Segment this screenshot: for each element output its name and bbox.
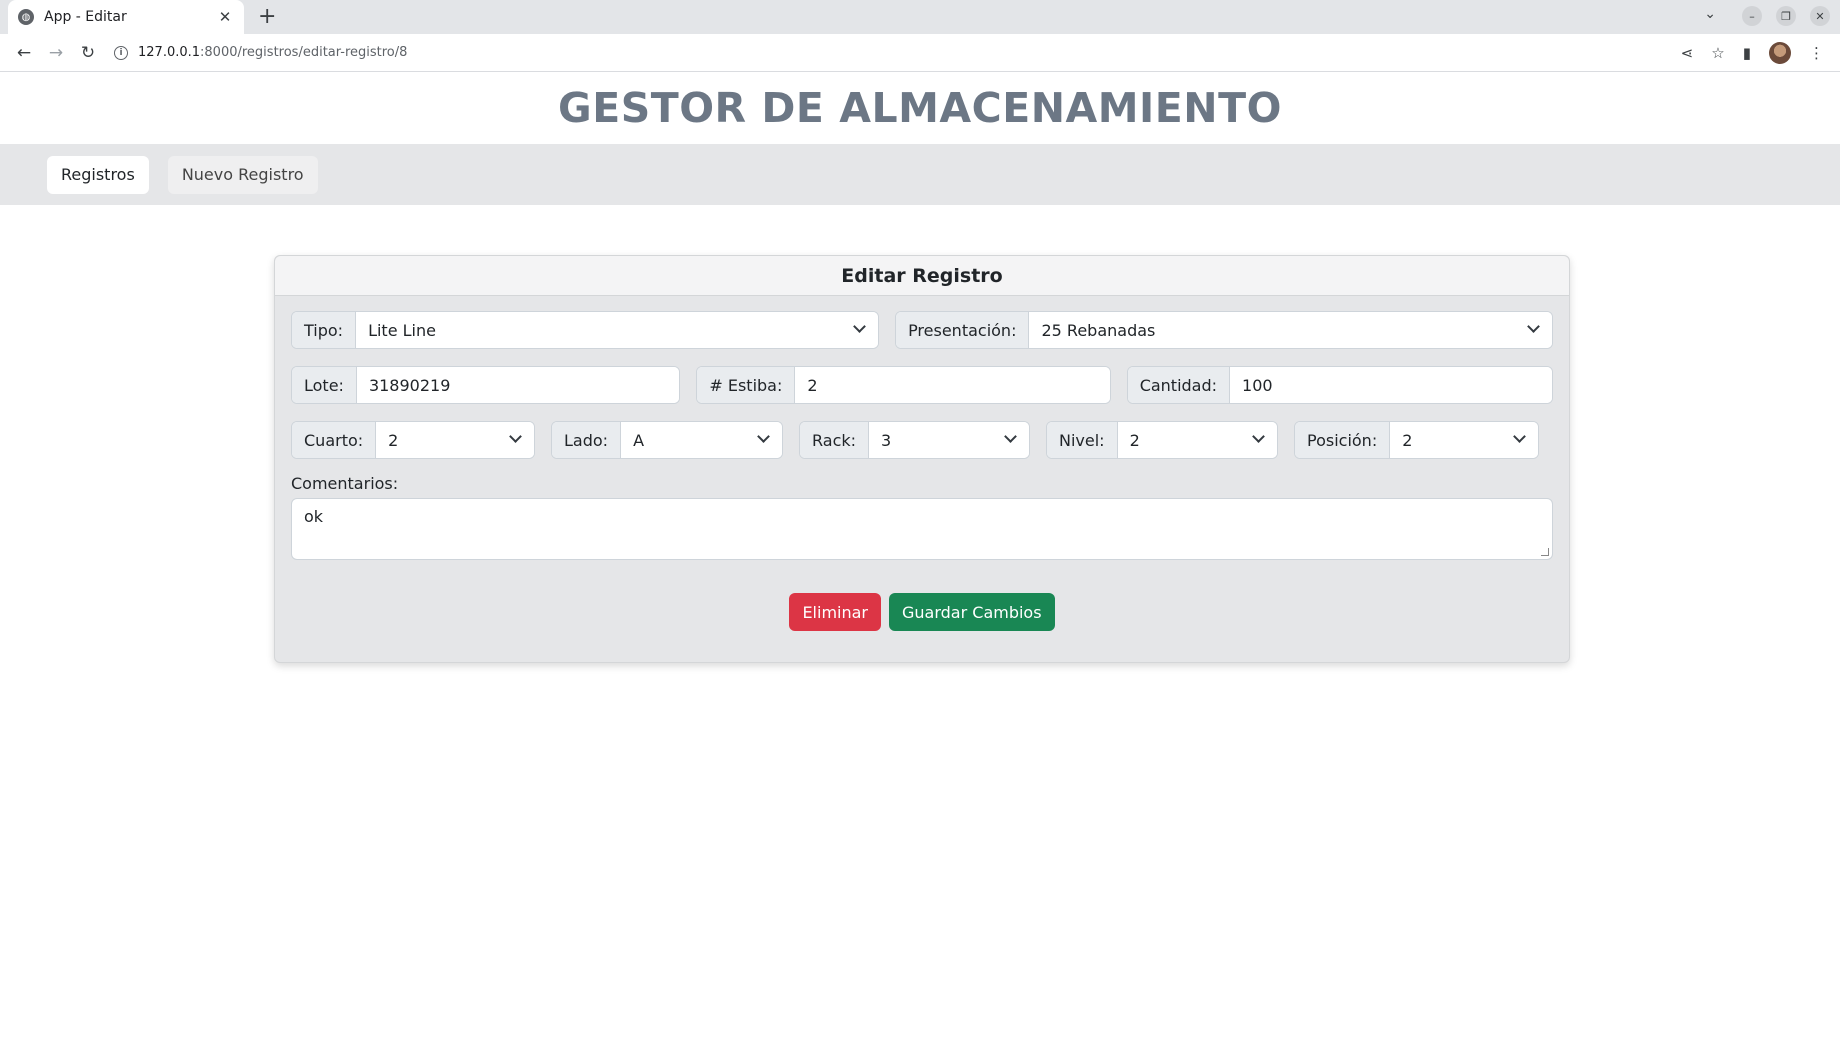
cantidad-group: Cantidad: 100 [1126, 366, 1553, 404]
comentarios-textarea[interactable]: ok [291, 498, 1553, 560]
rack-select[interactable]: 3 [869, 422, 1029, 458]
chevron-down-icon [1004, 430, 1017, 443]
estiba-value: 2 [807, 375, 818, 395]
rack-label: Rack: [800, 422, 870, 458]
chevron-down-icon [1252, 430, 1265, 443]
tipo-group: Tipo: Lite Line [291, 311, 880, 349]
cuarto-select[interactable]: 2 [376, 422, 534, 458]
chevron-down-icon[interactable]: ⌄ [1704, 6, 1716, 22]
lado-value: A [633, 430, 645, 450]
form-row-2: Lote: 31890219 # Estiba: 2 Cantidad: 100 [291, 366, 1553, 404]
form-row-3: Cuarto: 2 Lado: A Rack: 3 Nivel: 2 Posic… [291, 421, 1553, 459]
resize-grip-icon[interactable] [1541, 548, 1549, 556]
address-bar[interactable]: i 127.0.0.1:8000/registros/editar-regist… [114, 38, 1681, 68]
url-host: 127.0.0.1 [138, 45, 201, 60]
card-body: Tipo: Lite Line Presentación: 25 Rebanad… [275, 296, 1569, 631]
tab-title: App - Editar [44, 9, 127, 25]
presentacion-group: Presentación: 25 Rebanadas [895, 311, 1553, 349]
comentarios-label: Comentarios: [291, 474, 399, 493]
info-icon[interactable]: i [114, 45, 128, 60]
main-nav: Registros Nuevo Registro [0, 144, 1840, 205]
estiba-group: # Estiba: 2 [696, 366, 1111, 404]
posicion-group: Posición: 2 [1294, 421, 1539, 459]
estiba-label: # Estiba: [697, 367, 796, 403]
presentacion-value: 25 Rebanadas [1041, 320, 1156, 340]
delete-button[interactable]: Eliminar [789, 593, 881, 631]
share-icon[interactable]: ⋖ [1681, 44, 1694, 62]
tipo-value: Lite Line [368, 320, 436, 340]
chevron-down-icon [757, 430, 770, 443]
posicion-value: 2 [1402, 430, 1413, 450]
chevron-down-icon [1527, 320, 1540, 333]
form-row-1: Tipo: Lite Line Presentación: 25 Rebanad… [291, 311, 1553, 349]
posicion-label: Posición: [1295, 422, 1391, 458]
nav-registros[interactable]: Registros [47, 155, 149, 194]
toolbar-actions: ⋖ ☆ ▮ ⋮ [1681, 41, 1824, 64]
nivel-group: Nivel: 2 [1046, 421, 1278, 459]
rack-value: 3 [881, 430, 892, 450]
lote-label: Lote: [292, 367, 357, 403]
nivel-value: 2 [1129, 430, 1140, 450]
star-icon[interactable]: ☆ [1711, 44, 1724, 62]
lado-group: Lado: A [551, 421, 783, 459]
minimize-icon[interactable]: – [1742, 6, 1762, 26]
window-controls: – ❐ ✕ [1742, 6, 1830, 26]
close-tab-icon[interactable]: ✕ [216, 8, 234, 26]
edit-card: Editar Registro Tipo: Lite Line Presenta… [274, 255, 1570, 663]
lado-select[interactable]: A [621, 422, 782, 458]
presentacion-select[interactable]: 25 Rebanadas [1029, 312, 1552, 348]
cuarto-group: Cuarto: 2 [291, 421, 535, 459]
browser-tab[interactable]: ◍ App - Editar ✕ [8, 0, 244, 34]
cantidad-input[interactable]: 100 [1230, 367, 1552, 403]
lote-group: Lote: 31890219 [291, 366, 681, 404]
forward-icon[interactable]: → [42, 39, 70, 67]
posicion-select[interactable]: 2 [1390, 422, 1538, 458]
back-icon[interactable]: ← [10, 39, 38, 67]
lote-value: 31890219 [368, 375, 451, 395]
chevron-down-icon [509, 430, 522, 443]
nav-nuevo-registro[interactable]: Nuevo Registro [167, 155, 318, 194]
cantidad-value: 100 [1242, 375, 1273, 395]
lote-input[interactable]: 31890219 [356, 367, 680, 403]
chevron-down-icon [1513, 430, 1526, 443]
reload-icon[interactable]: ↻ [74, 39, 102, 67]
estiba-input[interactable]: 2 [795, 367, 1110, 403]
close-window-icon[interactable]: ✕ [1810, 6, 1830, 26]
card-heading: Editar Registro [275, 256, 1569, 296]
form-actions: Eliminar Guardar Cambios [291, 593, 1553, 631]
nivel-label: Nivel: [1047, 422, 1118, 458]
menu-icon[interactable]: ⋮ [1809, 44, 1824, 62]
rack-group: Rack: 3 [799, 421, 1030, 459]
globe-icon: ◍ [18, 9, 34, 25]
browser-toolbar: ← → ↻ i 127.0.0.1:8000/registros/editar-… [0, 34, 1840, 72]
url-path: :8000/registros/editar-registro/8 [200, 45, 408, 60]
presentacion-label: Presentación: [896, 312, 1030, 348]
nivel-select[interactable]: 2 [1117, 422, 1277, 458]
comentarios-value: ok [304, 507, 324, 526]
restore-icon[interactable]: ❐ [1776, 6, 1796, 26]
profile-avatar[interactable] [1769, 41, 1791, 64]
cuarto-label: Cuarto: [292, 422, 377, 458]
chevron-down-icon [853, 320, 866, 333]
cuarto-value: 2 [388, 430, 399, 450]
lado-label: Lado: [552, 422, 622, 458]
tipo-label: Tipo: [292, 312, 357, 348]
tipo-select[interactable]: Lite Line [356, 312, 879, 348]
new-tab-icon[interactable]: + [258, 4, 276, 30]
browser-tabbar: ◍ App - Editar ✕ + ⌄ – ❐ ✕ [0, 0, 1840, 34]
cantidad-label: Cantidad: [1127, 367, 1231, 403]
save-button[interactable]: Guardar Cambios [889, 593, 1055, 631]
side-panel-icon[interactable]: ▮ [1743, 44, 1751, 62]
page-title: GESTOR DE ALMACENAMIENTO [558, 84, 1282, 132]
